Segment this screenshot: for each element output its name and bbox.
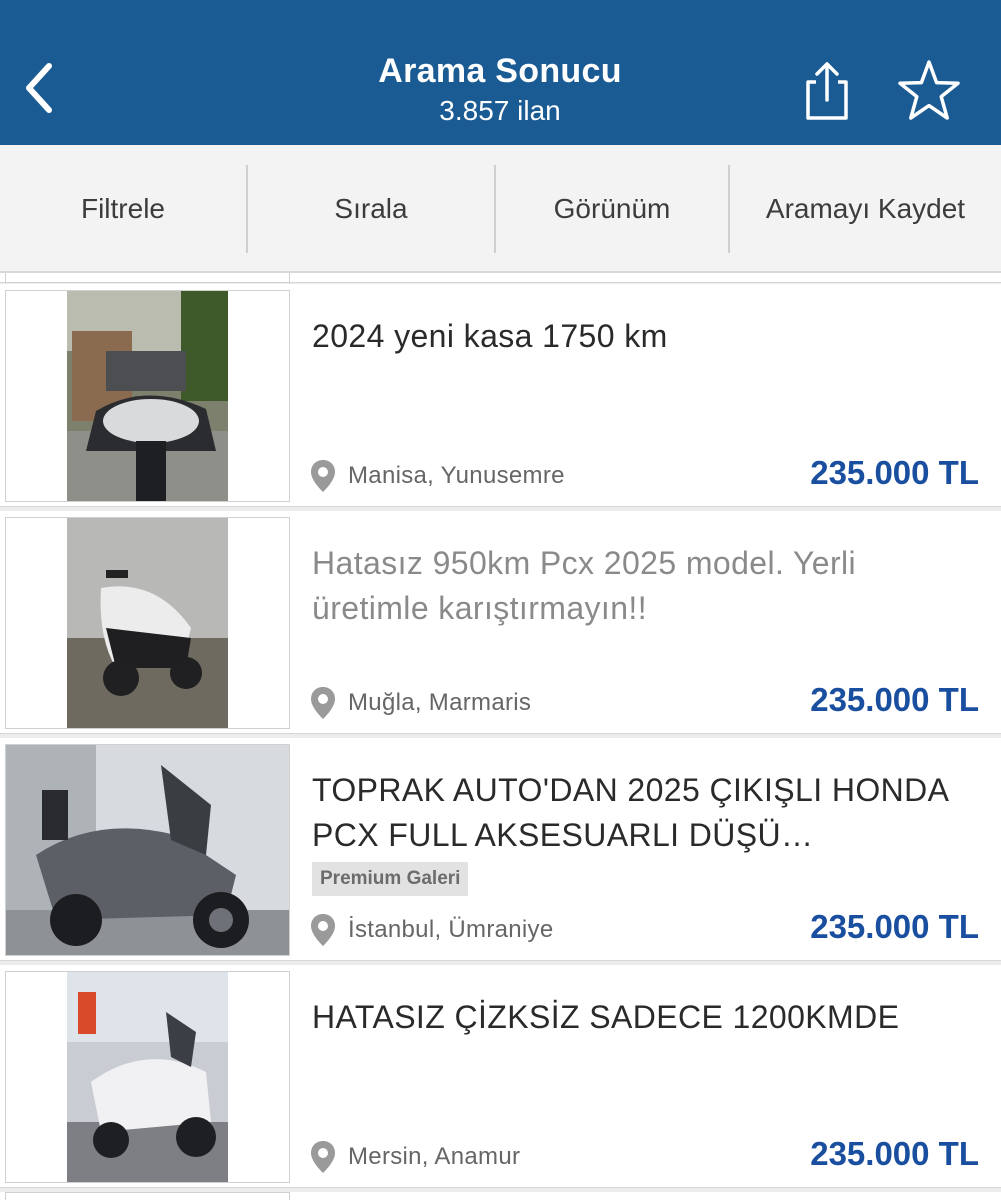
listing-location-text: Mersin, Anamur xyxy=(348,1143,521,1170)
listing-title: 2024 yeni kasa 1750 km xyxy=(312,318,668,354)
listing-location-text: İstanbul, Ümraniye xyxy=(348,916,554,943)
view-mode-button[interactable]: Görünüm xyxy=(496,145,728,273)
listing-item[interactable]: TOPRAK AUTO'DAN 2025 ÇIKIŞLI HONDA PCX F… xyxy=(0,738,1001,961)
listing-item[interactable]: HATASIZ ÇİZKSİZ SADECE 1200KMDE Mersin, … xyxy=(0,965,1001,1188)
listing-title: TOPRAK AUTO'DAN 2025 ÇIKIŞLI HONDA PCX F… xyxy=(312,772,948,853)
result-count: 3.857 ilan xyxy=(439,95,561,126)
next-listing-partial[interactable] xyxy=(0,1192,1001,1200)
sort-button[interactable]: Sırala xyxy=(248,145,494,273)
listing-title: HATASIZ ÇİZKSİZ SADECE 1200KMDE xyxy=(312,999,900,1035)
back-button[interactable] xyxy=(14,56,64,120)
premium-gallery-badge: Premium Galeri xyxy=(312,862,469,896)
listing-item[interactable]: 2024 yeni kasa 1750 km Manisa, Yunusemre… xyxy=(0,284,1001,507)
listing-price: 235.000 TL xyxy=(810,908,979,945)
scooter-photo xyxy=(6,745,289,955)
app-header: Arama Sonucu 3.857 ilan xyxy=(0,0,1001,145)
listing-price: 235.000 TL xyxy=(810,454,979,491)
listing-thumbnail xyxy=(5,517,290,729)
header-title-group: Arama Sonucu 3.857 ilan xyxy=(250,50,750,130)
listing-location: İstanbul, Ümraniye xyxy=(310,910,554,950)
listing-location-text: Muğla, Marmaris xyxy=(348,689,532,716)
location-pin-icon xyxy=(311,914,335,946)
scooter-photo xyxy=(6,518,289,728)
scooter-photo xyxy=(6,972,289,1182)
previous-listing-partial[interactable] xyxy=(0,273,1001,283)
listing-thumbnail xyxy=(5,744,290,956)
listing-location-text: Manisa, Yunusemre xyxy=(348,462,565,489)
star-icon xyxy=(898,60,960,120)
favorite-search-button[interactable] xyxy=(896,58,962,122)
listing-location: Muğla, Marmaris xyxy=(310,683,531,723)
action-toolbar: Filtrele Sırala Görünüm Aramayı Kaydet xyxy=(0,145,1001,273)
listing-location: Manisa, Yunusemre xyxy=(310,456,565,496)
listing-thumbnail-partial xyxy=(5,1192,290,1200)
save-search-button[interactable]: Aramayı Kaydet xyxy=(730,145,1001,273)
listing-thumbnail-partial xyxy=(5,273,290,283)
location-pin-icon xyxy=(311,460,335,492)
filter-button[interactable]: Filtrele xyxy=(0,145,246,273)
scooter-photo xyxy=(6,291,289,501)
listing-price: 235.000 TL xyxy=(810,681,979,718)
page-title: Arama Sonucu xyxy=(378,52,622,90)
listing-location: Mersin, Anamur xyxy=(310,1137,520,1177)
listing-title: Hatasız 950km Pcx 2025 model. Yerli üret… xyxy=(312,545,857,626)
listing-price: 235.000 TL xyxy=(810,1135,979,1172)
back-chevron-icon xyxy=(26,63,52,113)
listing-item[interactable]: Hatasız 950km Pcx 2025 model. Yerli üret… xyxy=(0,511,1001,734)
listing-thumbnail xyxy=(5,290,290,502)
share-icon xyxy=(806,62,848,120)
location-pin-icon xyxy=(311,1141,335,1173)
location-pin-icon xyxy=(311,687,335,719)
share-button[interactable] xyxy=(800,60,854,122)
listing-thumbnail xyxy=(5,971,290,1183)
